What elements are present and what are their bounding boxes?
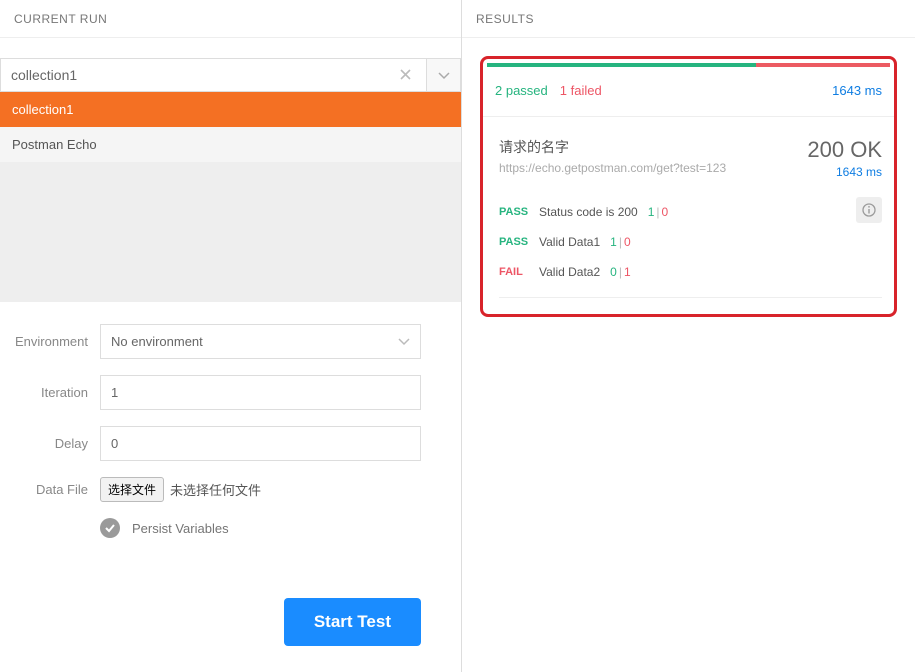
collection-dropdown-toggle[interactable] <box>427 58 461 92</box>
environment-label: Environment <box>0 334 100 349</box>
test-result-badge: FAIL <box>499 266 539 278</box>
test-row: PASS Valid Data1 1|0 <box>499 227 882 257</box>
clear-icon[interactable] <box>394 68 416 83</box>
persist-variables-checkbox[interactable] <box>100 518 120 538</box>
persist-variables-label: Persist Variables <box>132 521 229 536</box>
test-counts: 1|0 <box>610 235 631 249</box>
status-code: 200 OK <box>807 137 882 163</box>
collection-item-collection1[interactable]: collection1 <box>0 92 461 127</box>
choose-file-button[interactable]: 选择文件 <box>100 477 164 502</box>
current-run-header: CURRENT RUN <box>0 0 461 38</box>
summary-row: 2 passed 1 failed 1643 ms <box>483 67 894 117</box>
environment-select[interactable]: No environment <box>100 324 421 359</box>
progress-fail-segment <box>756 63 890 67</box>
collection-item-label: collection1 <box>12 102 73 117</box>
request-name: 请求的名字 <box>499 137 726 157</box>
request-block: 请求的名字 https://echo.getpostman.com/get?te… <box>483 117 894 314</box>
iteration-input[interactable] <box>100 375 421 410</box>
data-file-label: Data File <box>0 482 100 497</box>
test-counts: 0|1 <box>610 265 631 279</box>
file-status-text: 未选择任何文件 <box>170 480 261 499</box>
test-result-badge: PASS <box>499 206 539 218</box>
current-run-panel: CURRENT RUN collection1 collection1 <box>0 0 462 672</box>
request-url: https://echo.getpostman.com/get?test=123 <box>499 161 726 175</box>
results-header: RESULTS <box>462 0 915 38</box>
test-row: PASS Status code is 200 1|0 <box>499 197 882 227</box>
collection-item-postman-echo[interactable]: Postman Echo <box>0 127 461 162</box>
check-icon <box>104 522 116 534</box>
collection-list: collection1 Postman Echo <box>0 92 461 302</box>
test-name: Valid Data1 <box>539 235 600 249</box>
status-time: 1643 ms <box>807 165 882 179</box>
test-results-group: PASS Status code is 200 1|0 PASS Valid D… <box>499 197 882 298</box>
summary-failed: 1 failed <box>560 83 602 98</box>
collection-item-label: Postman Echo <box>12 137 97 152</box>
test-name: Status code is 200 <box>539 205 638 219</box>
chevron-down-icon <box>438 68 450 83</box>
test-counts: 1|0 <box>648 205 669 219</box>
test-row: FAIL Valid Data2 0|1 <box>499 257 882 287</box>
progress-bar <box>487 63 890 67</box>
summary-passed: 2 passed <box>495 83 548 98</box>
collection-select: collection1 <box>0 58 461 92</box>
delay-label: Delay <box>0 436 100 451</box>
iteration-label: Iteration <box>0 385 100 400</box>
results-panel: RESULTS 2 passed 1 failed 1643 ms 请求的名字 … <box>462 0 915 672</box>
progress-pass-segment <box>487 63 756 67</box>
test-name: Valid Data2 <box>539 265 600 279</box>
test-result-badge: PASS <box>499 236 539 248</box>
collection-select-value: collection1 <box>11 67 394 83</box>
collection-select-input[interactable]: collection1 <box>0 58 427 92</box>
environment-value: No environment <box>111 334 203 349</box>
chevron-down-icon <box>398 334 410 349</box>
delay-input[interactable] <box>100 426 421 461</box>
start-test-button[interactable]: Start Test <box>284 598 421 646</box>
results-highlight-box: 2 passed 1 failed 1643 ms 请求的名字 https://… <box>480 56 897 317</box>
summary-duration: 1643 ms <box>832 83 882 98</box>
info-icon[interactable] <box>856 197 882 223</box>
